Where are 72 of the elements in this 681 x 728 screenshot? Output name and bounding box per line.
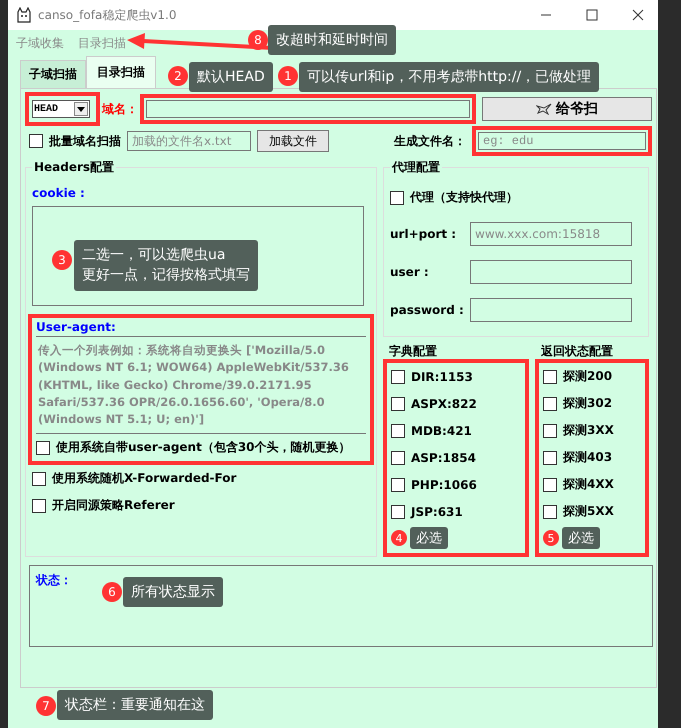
checkbox[interactable] (543, 424, 557, 438)
checkbox[interactable] (543, 450, 557, 464)
load-file-button[interactable]: 加载文件 (257, 130, 329, 152)
output-file-label: 生成文件名： (394, 132, 466, 150)
checkbox[interactable] (32, 498, 46, 513)
cookie-label: cookie : (32, 186, 86, 200)
proxy-input-field[interactable] (470, 260, 632, 284)
tab[interactable]: 子域扫描 (20, 60, 86, 88)
group-title: 代理配置 (390, 159, 441, 176)
option-label: ASPX:822 (411, 396, 477, 410)
group-title: 返回状态配置 (540, 343, 614, 359)
callout: 所有状态显示 (123, 577, 223, 608)
option-label: 探测302 (563, 395, 612, 412)
group-title: 字典配置 (388, 343, 438, 359)
option-label: ASP:1854 (411, 450, 476, 464)
proxy-input-field[interactable] (470, 298, 632, 322)
field-label: user : (390, 265, 430, 279)
domain-input-field[interactable] (146, 100, 470, 118)
checkbox[interactable] (391, 396, 405, 410)
option-label: 探测3XX (563, 422, 614, 439)
status-label: 状态： (36, 573, 72, 587)
field-label: password : (390, 303, 465, 317)
checkbox[interactable] (29, 134, 43, 148)
checkbox[interactable] (543, 504, 557, 518)
option-label: 探测5XX (563, 503, 614, 520)
checkbox[interactable] (543, 478, 557, 492)
maximize-icon[interactable] (586, 9, 598, 21)
option-label: 探测4XX (563, 476, 614, 493)
option-label: JSP:631 (411, 504, 463, 518)
callout: 必选 (562, 527, 600, 549)
checkbox[interactable] (390, 190, 404, 204)
checkbox[interactable] (391, 370, 405, 384)
method-dropdown[interactable]: HEAD (32, 100, 90, 118)
option-label: 探测403 (563, 449, 612, 466)
user-agent-label: User-agent: (36, 320, 117, 334)
window-title: canso_fofa稳定爬虫v1.0 (38, 6, 176, 24)
proxy-option-label: 代理（支持快代理） (410, 189, 518, 206)
checkbox[interactable] (32, 472, 46, 486)
checkbox[interactable] (391, 478, 405, 492)
domain-label: 域名： (102, 100, 138, 118)
proxy-input-field[interactable]: www.xxx.com:15818 (470, 222, 632, 246)
checkbox[interactable] (543, 396, 557, 410)
number-badge: 5 (543, 530, 559, 546)
option-label: MDB:421 (411, 424, 472, 438)
option-label: PHP:1066 (411, 478, 477, 492)
option-label: 使用系统随机X-Forwarded-For (52, 470, 236, 488)
group-title: Headers配置 (33, 159, 116, 176)
checkbox[interactable] (36, 440, 50, 455)
tab[interactable]: 目录扫描 (86, 56, 156, 88)
callout: 可以传url和ip，不用考虑带http://，已做处理 (299, 62, 600, 92)
checkbox[interactable] (391, 424, 405, 438)
output-name-input-field[interactable]: eg: edu (478, 132, 646, 150)
checkbox[interactable] (391, 504, 405, 518)
option-label: DIR:1153 (411, 370, 473, 384)
star-icon (536, 103, 552, 115)
file-name-input-field[interactable]: 加载的文件名x.txt (127, 131, 251, 151)
option-label: 探测200 (563, 368, 612, 385)
callout: 默认HEAD (189, 62, 273, 92)
callout: 改超时和延时时间 (268, 25, 396, 56)
callout: 必选 (410, 527, 448, 549)
checkbox[interactable] (543, 370, 557, 384)
number-badge: 4 (391, 530, 407, 546)
callout: 二选一，可以选爬虫ua 更好一点，记得按格式填写 (74, 240, 258, 291)
scan-button[interactable]: 给爷扫 (482, 97, 652, 121)
checkbox[interactable] (391, 450, 405, 464)
close-icon[interactable] (632, 9, 644, 21)
option-label: 开启同源策略Referer (52, 497, 175, 514)
batch-scan-label: 批量域名扫描 (49, 132, 121, 150)
cat-icon (16, 7, 32, 23)
option-label: 使用系统自带user-agent（包含30个头，随机更换） (56, 439, 351, 456)
field-label: url+port : (390, 227, 458, 241)
callout: 状态栏：重要通知在这 (57, 690, 213, 720)
